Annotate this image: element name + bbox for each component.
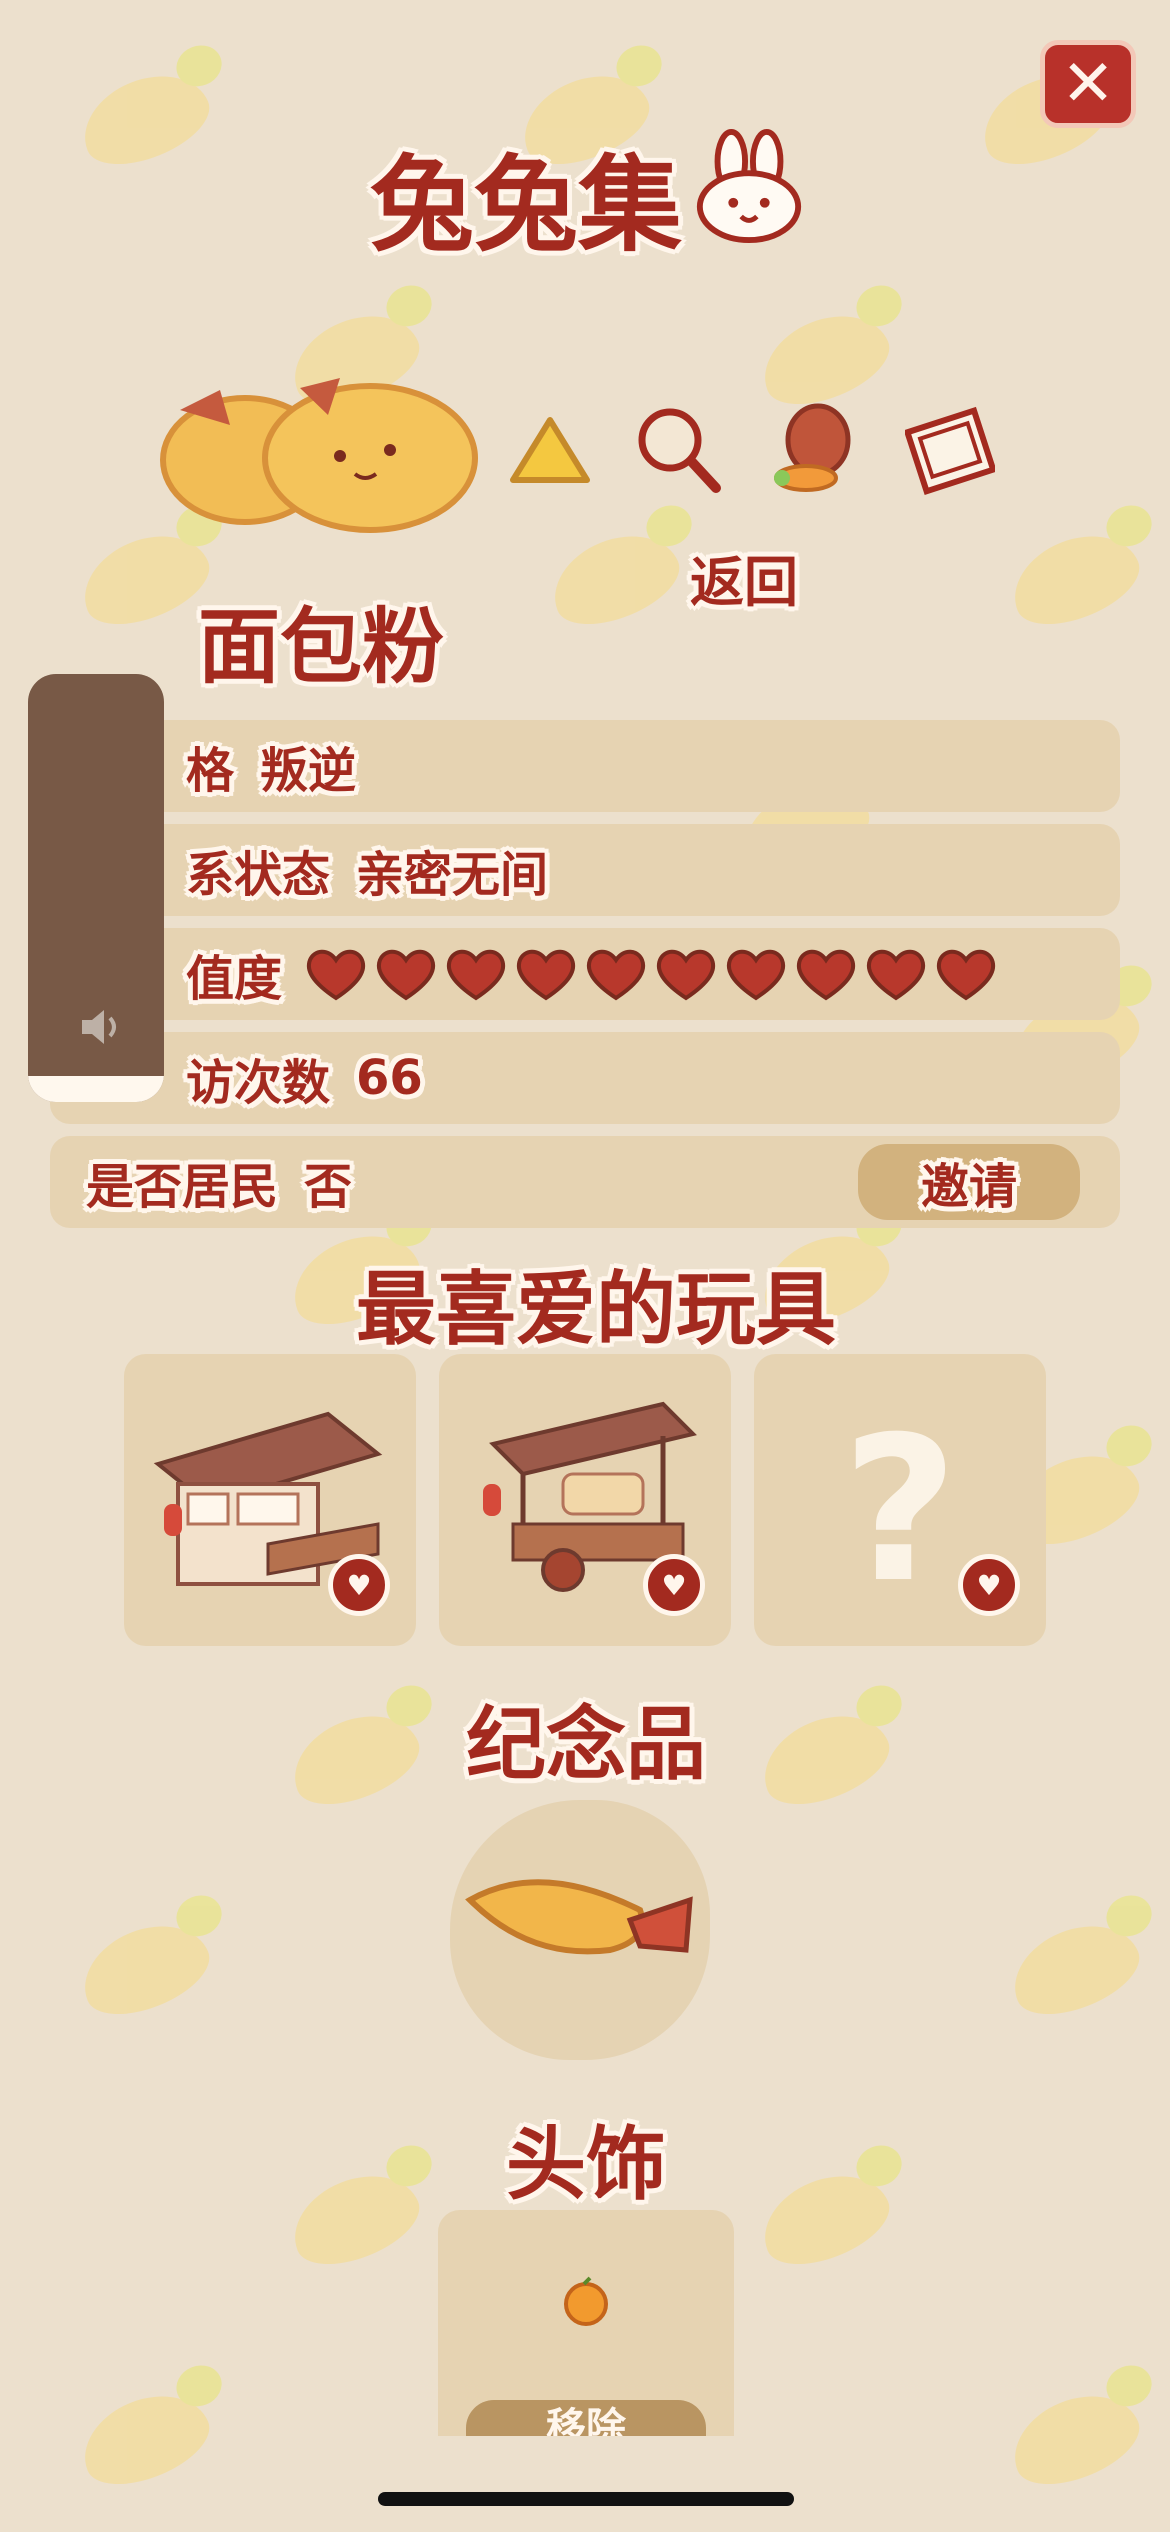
heart-icon: [377, 949, 436, 1001]
remove-button[interactable]: 移除: [466, 2400, 706, 2436]
resident-row: 是否居民 否 邀请: [50, 1136, 1120, 1228]
visits-row: 访次数 66: [50, 1032, 1120, 1124]
bunny-face-icon: [696, 128, 802, 244]
close-icon: ✕: [1061, 47, 1115, 121]
bg-carrot-decoration: [70, 1908, 220, 2030]
volume-level-fill: [28, 1076, 164, 1102]
toy-heart-badge: ♥: [958, 1554, 1020, 1616]
fried-shrimp-image: [465, 1879, 693, 1955]
bg-carrot-decoration: [1000, 2378, 1150, 2500]
bg-carrot-decoration: [750, 1698, 900, 1820]
toy-card-bun-cart[interactable]: ♥: [439, 1354, 731, 1646]
unknown-toy-symbol: ?: [842, 1394, 959, 1627]
visits-label: 访次数: [186, 1055, 331, 1111]
bg-carrot-decoration: [540, 518, 690, 640]
affinity-label: 值度: [186, 951, 283, 1007]
heart-icon: [797, 949, 856, 1001]
souvenir-title: 纪念品: [466, 1698, 706, 1791]
character-name: 面包粉: [198, 600, 445, 695]
mini-orange-image: [564, 2276, 608, 2326]
volume-slider[interactable]: [28, 674, 164, 1102]
magnifier-icon[interactable]: [632, 400, 722, 500]
resident-label: 是否居民: [86, 1159, 279, 1215]
relationship-label: 系状态: [186, 847, 331, 903]
bg-carrot-decoration: [1000, 1908, 1150, 2030]
toy-heart-badge: ♥: [643, 1554, 705, 1616]
invite-label: 邀请: [920, 1159, 1017, 1215]
bg-carrot-decoration: [70, 58, 220, 180]
onigiri-icon[interactable]: [505, 400, 595, 500]
personality-value: 叛逆: [260, 743, 357, 799]
heart-icon: [727, 949, 786, 1001]
visits-value: 66: [356, 1050, 423, 1106]
speaker-icon: [82, 1010, 116, 1044]
bg-carrot-decoration: [280, 1698, 430, 1820]
resident-value: 否: [304, 1159, 353, 1215]
close-button[interactable]: ✕: [1040, 40, 1136, 128]
toy-card-shop-stall[interactable]: ♥: [124, 1354, 416, 1646]
heart-icon: [447, 949, 506, 1001]
heart-icon: [307, 949, 366, 1001]
heart-icon: [937, 949, 996, 1001]
personality-label: 格: [186, 743, 235, 799]
page-title: 兔兔集: [370, 144, 683, 266]
bg-carrot-decoration: [280, 2158, 430, 2280]
affinity-hearts: [304, 946, 998, 1002]
relationship-value: 亲密无间: [356, 847, 549, 903]
heart-icon: [657, 949, 716, 1001]
bg-carrot-decoration: [750, 2158, 900, 2280]
heart-icon: [587, 949, 646, 1001]
bg-carrot-decoration: [70, 2378, 220, 2500]
headwear-title: 头饰: [506, 2118, 666, 2211]
bg-carrot-decoration: [1000, 518, 1150, 640]
heart-icon: [867, 949, 926, 1001]
souvenir-slot[interactable]: [450, 1800, 710, 2060]
relationship-row: 系状态 亲密无间: [50, 824, 1120, 916]
heart-icon: [517, 949, 576, 1001]
favorite-toys-title: 最喜爱的玩具: [356, 1263, 836, 1356]
toy-heart-badge: ♥: [328, 1554, 390, 1616]
photo-frame-icon[interactable]: [905, 400, 995, 500]
pinecone-carrot-icon[interactable]: [770, 400, 860, 500]
affinity-row: 值度: [50, 928, 1120, 1020]
toy-card-unknown[interactable]: ? ♥: [754, 1354, 1046, 1646]
personality-row: 格 叛逆: [50, 720, 1120, 812]
back-button[interactable]: 返回: [690, 538, 798, 617]
invite-button[interactable]: 邀请: [858, 1144, 1080, 1220]
home-indicator[interactable]: [378, 2492, 794, 2506]
character-image: [160, 378, 478, 533]
